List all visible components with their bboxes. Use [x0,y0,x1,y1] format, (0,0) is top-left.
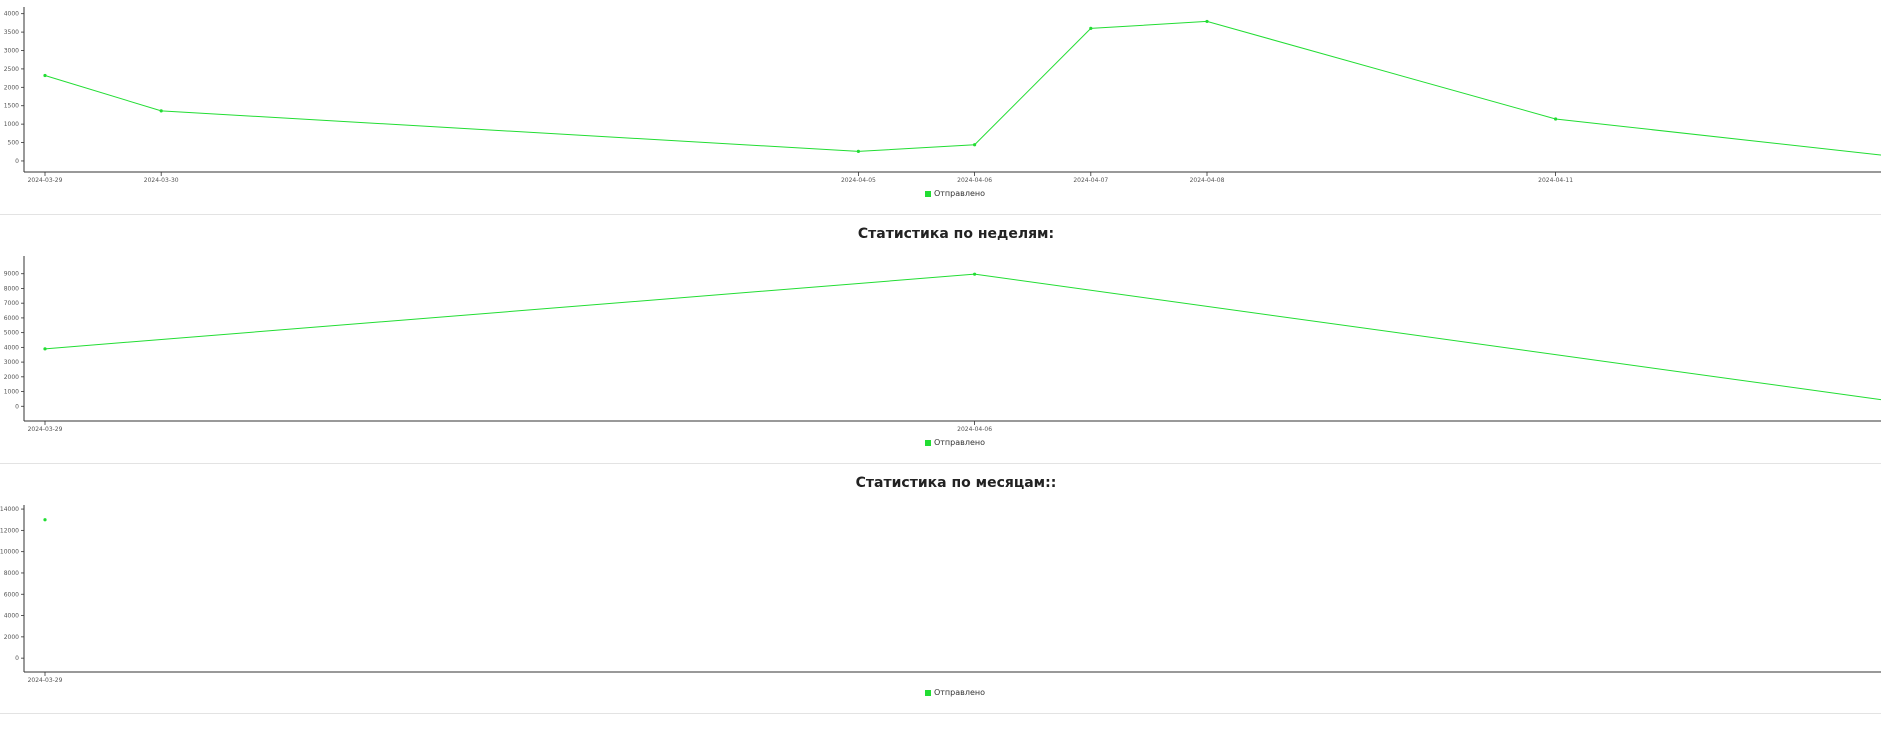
weekly-chart: 0 1000 2000 3000 4000 5000 6000 7000 8000 9000 202… [4,256,1881,433]
data-point [973,272,977,276]
y-tick-label: 3500 [4,29,19,36]
y-tick-label: 10000 [0,549,19,556]
y-tick-label: 1000 [4,389,19,396]
legend-label: Отправлено [933,189,986,198]
y-tick-label: 6000 [4,315,19,322]
legend-label: Отправлено [933,438,986,447]
y-tick-label: 4000 [4,344,19,351]
data-point [43,347,47,351]
y-tick-label: 4000 [4,11,19,18]
x-tick-label: 2024-04-06 [957,177,992,184]
legend-label: Отправлено [933,688,986,697]
y-tick-label: 1500 [4,103,19,110]
monthly-legend[interactable]: Отправлено [0,688,1881,697]
x-tick-label: 2024-04-06 [957,426,992,433]
weekly-chart-title: Статистика по неделям: [857,226,1055,242]
data-point [43,518,47,522]
data-point [159,109,163,113]
y-tick-label: 2000 [4,374,19,381]
x-tick-label: 2024-04-05 [841,177,876,184]
daily-legend[interactable]: Отправлено [0,189,1881,198]
y-tick-label: 6000 [4,591,19,598]
x-tick-label: 2024-03-29 [28,426,63,433]
x-tick-label: 2024-03-29 [28,177,63,184]
legend-swatch-icon [924,190,931,197]
data-point [1205,19,1209,24]
x-tick-label: 2024-03-29 [28,677,63,684]
y-tick-label: 1000 [4,121,19,128]
y-tick-label: 3000 [4,48,19,55]
legend-swatch-icon [924,439,931,446]
y-tick-label: 7000 [4,300,19,307]
monthly-chart: 0 2000 4000 6000 8000 10000 12000 14000 2024-03-… [0,505,1881,684]
y-tick-label: 2500 [4,66,19,73]
x-tick-label: 2024-04-11 [1538,177,1573,184]
weekly-legend[interactable]: Отправлено [0,438,1881,447]
x-tick-label: 2024-03-30 [144,177,179,184]
section-divider [0,713,1881,714]
y-tick-label: 0 [15,655,19,662]
y-tick-label: 0 [15,403,19,410]
daily-chart: 0 500 1000 1500 2000 2500 3000 3500 4000 2024-03-… [4,7,1881,184]
y-tick-label: 4000 [4,613,19,620]
y-tick-label: 0 [15,158,19,165]
section-divider [0,463,1881,464]
x-tick-label: 2024-04-07 [1073,177,1108,184]
y-tick-label: 14000 [0,506,19,513]
y-tick-label: 9000 [4,271,19,278]
data-point [1089,26,1093,31]
data-point [973,143,977,147]
y-tick-label: 2000 [4,84,19,91]
y-tick-label: 8000 [4,570,19,577]
y-tick-label: 8000 [4,285,19,292]
y-tick-label: 12000 [0,527,19,534]
data-point [856,149,861,153]
series-line [44,273,1881,401]
x-tick-label: 2024-04-08 [1190,177,1225,184]
data-point [1554,117,1558,121]
y-tick-label: 3000 [4,359,19,366]
legend-swatch-icon [924,689,931,696]
y-tick-label: 500 [8,140,20,147]
section-divider [0,214,1881,215]
monthly-chart-title: Статистика по месяцам:: [855,475,1057,491]
y-tick-label: 5000 [4,330,19,337]
data-point [43,73,47,78]
y-tick-label: 2000 [4,634,19,641]
series-line [44,20,1881,156]
